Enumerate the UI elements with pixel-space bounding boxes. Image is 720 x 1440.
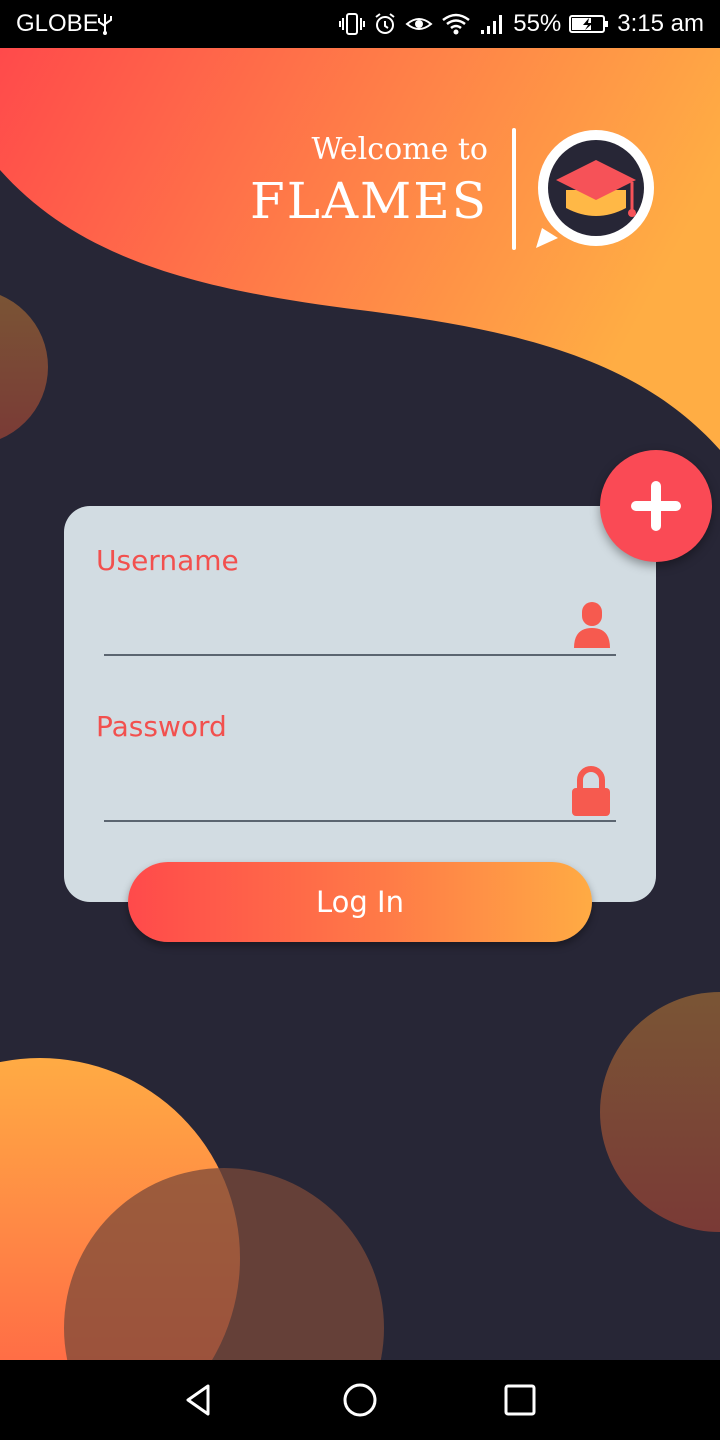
usb-icon	[96, 12, 114, 43]
login-card: Username Password	[64, 506, 656, 902]
back-icon[interactable]	[180, 1380, 220, 1420]
status-bar: GLOBE 55% 3:15 am	[0, 0, 720, 48]
wifi-icon	[441, 12, 471, 36]
welcome-text: Welcome to	[311, 132, 488, 167]
username-label: Username	[96, 544, 239, 577]
app-title: FLAMES	[250, 172, 488, 230]
plus-icon	[631, 481, 681, 531]
password-input[interactable]	[104, 776, 616, 822]
signal-icon	[479, 12, 505, 36]
battery-charging-icon	[569, 12, 609, 36]
username-input[interactable]	[104, 610, 616, 656]
login-button[interactable]: Log In	[128, 862, 592, 942]
graduation-cap-icon	[536, 130, 654, 248]
clock-time: 3:15 am	[617, 10, 704, 37]
alarm-icon	[373, 12, 397, 36]
battery-percent: 55%	[513, 10, 562, 37]
decor-circle-left	[0, 295, 48, 439]
user-icon	[574, 602, 610, 648]
eye-icon	[405, 12, 433, 36]
recents-icon[interactable]	[500, 1380, 540, 1420]
home-icon[interactable]	[340, 1380, 380, 1420]
password-label: Password	[96, 710, 227, 743]
vibrate-icon	[339, 12, 366, 36]
carrier-name: GLOBE	[16, 10, 99, 37]
decor-circle-right	[600, 992, 720, 1232]
lock-icon	[572, 766, 610, 816]
add-account-button[interactable]	[600, 450, 712, 562]
navigation-bar	[0, 1360, 720, 1440]
header-divider	[512, 128, 516, 250]
